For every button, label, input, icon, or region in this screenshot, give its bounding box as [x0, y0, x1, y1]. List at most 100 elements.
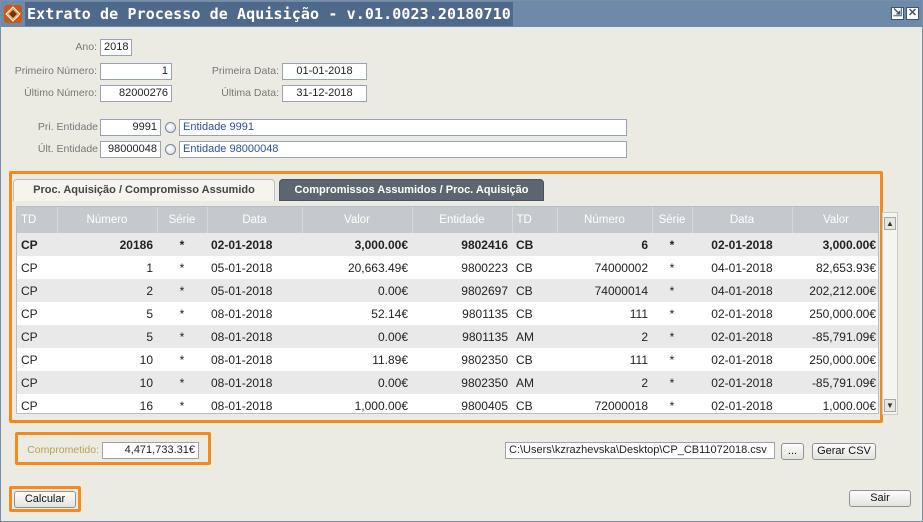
table-row[interactable]: CP 20186 * 02-01-2018 3,000.00€ 9802416 CB 6 * 02… — [17, 233, 878, 256]
ult-entidade-name-field[interactable]: Entidade 98000048 — [179, 141, 627, 158]
cell-td-2: CB — [512, 279, 557, 302]
grid-scrollbar[interactable]: ▲ ▼ — [882, 212, 898, 415]
cell-td: CP — [17, 371, 57, 394]
ano-label: Ano: — [75, 41, 97, 53]
cell-serie: * — [157, 371, 207, 394]
primeiro-numero-label: Primeiro Número: — [14, 65, 97, 77]
ultimo-numero-label: Último Número: — [24, 87, 97, 99]
col-header-td-2[interactable]: TD — [512, 207, 558, 233]
close-icon[interactable]: ✕ — [906, 7, 919, 20]
col-header-valor-2[interactable]: Valor — [792, 207, 878, 233]
ultima-data-field[interactable]: 31-12-2018 — [282, 85, 367, 102]
cell-entidade: 9802350 — [412, 371, 512, 394]
cell-data-2: 02-01-2018 — [692, 348, 792, 371]
cell-serie-2: * — [652, 371, 692, 394]
cell-entidade: 9802350 — [412, 348, 512, 371]
table-header-row: TD Número Série Data Valor Entidade TD N… — [17, 207, 878, 233]
table-row[interactable]: CP 5 * 08-01-2018 0.00€ 9801135 AM 2 * 02-01-2018… — [17, 325, 878, 348]
primeira-data-label: Primeira Data: — [211, 65, 279, 77]
cell-valor: 0.00€ — [302, 371, 412, 394]
cell-valor: 3,000.00€ — [302, 233, 412, 256]
cell-data: 05-01-2018 — [207, 256, 302, 279]
cell-serie: * — [157, 302, 207, 325]
cell-numero: 1 — [57, 256, 157, 279]
scroll-down-icon[interactable]: ▼ — [884, 399, 896, 412]
cell-numero: 10 — [57, 348, 157, 371]
primeira-data-field[interactable]: 01-01-2018 — [282, 63, 367, 80]
cell-serie: * — [157, 256, 207, 279]
col-header-serie-2[interactable]: Série — [652, 207, 693, 233]
ult-entidade-field[interactable]: 98000048 — [100, 141, 161, 158]
cell-serie-2: * — [652, 394, 692, 413]
restore-icon[interactable]: ⇲ — [891, 7, 904, 20]
cell-data-2: 02-01-2018 — [692, 325, 792, 348]
cell-td-2: CB — [512, 256, 557, 279]
cell-serie: * — [157, 325, 207, 348]
cell-td: CP — [17, 233, 57, 256]
comprometido-field: 4,471,733.31€ — [102, 442, 199, 459]
cell-data: 08-01-2018 — [207, 325, 302, 348]
col-header-entidade[interactable]: Entidade — [412, 207, 513, 233]
primeiro-numero-field[interactable]: 1 — [100, 63, 172, 80]
cell-data: 05-01-2018 — [207, 279, 302, 302]
table-row[interactable]: CP 5 * 08-01-2018 52.14€ 9801135 CB 111 * 02-01-2… — [17, 302, 878, 325]
ano-field[interactable]: 2018 — [100, 39, 132, 56]
cell-data: 08-01-2018 — [207, 302, 302, 325]
cell-numero-2: 74000002 — [557, 256, 652, 279]
cell-numero-2: 111 — [557, 348, 652, 371]
ultimo-numero-field[interactable]: 82000276 — [100, 85, 172, 102]
table-row[interactable]: CP 10 * 08-01-2018 0.00€ 9802350 AM 2 * 02-01-201… — [17, 371, 878, 394]
col-header-td[interactable]: TD — [17, 207, 58, 233]
calcular-button[interactable]: Calcular — [14, 491, 76, 508]
sair-button[interactable]: Sair — [849, 490, 911, 507]
cell-td: CP — [17, 279, 57, 302]
cell-entidade: 9801135 — [412, 302, 512, 325]
cell-serie: * — [157, 348, 207, 371]
cell-td: CP — [17, 302, 57, 325]
app-window: Extrato de Processo de Aquisição - v.01.… — [0, 0, 923, 522]
pri-entidade-field[interactable]: 9991 — [100, 119, 161, 136]
gerar-csv-button[interactable]: Gerar CSV — [812, 443, 876, 460]
cell-valor: 20,663.49€ — [302, 256, 412, 279]
cell-data-2: 04-01-2018 — [692, 279, 792, 302]
table-row[interactable]: CP 2 * 05-01-2018 0.00€ 9802697 CB 74000014 * 04-… — [17, 279, 878, 302]
app-logo-icon — [4, 5, 22, 23]
col-header-data-2[interactable]: Data — [692, 207, 793, 233]
col-header-serie[interactable]: Série — [157, 207, 208, 233]
cell-valor-2: 1,000.00€ — [792, 394, 878, 413]
cell-td-2: CB — [512, 394, 557, 413]
scroll-up-icon[interactable]: ▲ — [884, 217, 896, 230]
cell-entidade: 9802416 — [412, 233, 512, 256]
cell-serie-2: * — [652, 302, 692, 325]
cell-numero-2: 74000014 — [557, 279, 652, 302]
ult-entidade-lookup-radio[interactable] — [165, 144, 176, 155]
cell-entidade: 9801135 — [412, 325, 512, 348]
tab-proc-aquisicao-compromisso[interactable]: Proc. Aquisição / Compromisso Assumido — [13, 179, 275, 201]
cell-data: 02-01-2018 — [207, 233, 302, 256]
cell-numero-2: 72000018 — [557, 394, 652, 413]
results-table: TD Número Série Data Valor Entidade TD N… — [17, 207, 878, 413]
cell-td: CP — [17, 256, 57, 279]
browse-button[interactable]: ... — [781, 443, 804, 460]
cell-td: CP — [17, 394, 57, 413]
table-row[interactable]: CP 1 * 05-01-2018 20,663.49€ 9800223 CB 7400000… — [17, 256, 878, 279]
table-row[interactable]: CP 10 * 08-01-2018 11.89€ 9802350 CB 111 * 02-01-… — [17, 348, 878, 371]
cell-valor-2: 82,653.93€ — [792, 256, 878, 279]
cell-serie: * — [157, 233, 207, 256]
col-header-data[interactable]: Data — [207, 207, 303, 233]
col-header-numero[interactable]: Número — [57, 207, 158, 233]
cell-td-2: AM — [512, 371, 557, 394]
cell-valor-2: -85,791.09€ — [792, 325, 878, 348]
pri-entidade-name-field[interactable]: Entidade 9991 — [179, 119, 627, 136]
tab-compromissos-proc-aquisicao[interactable]: Compromissos Assumidos / Proc. Aquisição — [279, 179, 544, 201]
pri-entidade-lookup-radio[interactable] — [165, 122, 176, 133]
col-header-valor[interactable]: Valor — [302, 207, 413, 233]
cell-valor: 0.00€ — [302, 279, 412, 302]
cell-numero: 2 — [57, 279, 157, 302]
cell-td-2: CB — [512, 348, 557, 371]
cell-numero-2: 6 — [557, 233, 652, 256]
cell-numero-2: 111 — [557, 302, 652, 325]
csv-path-field[interactable]: C:\Users\kzrazhevska\Desktop\CP_CB110720… — [505, 442, 775, 459]
col-header-numero-2[interactable]: Número — [557, 207, 653, 233]
table-row[interactable]: CP 16 * 08-01-2018 1,000.00€ 9800405 CB 7200001… — [17, 394, 878, 413]
